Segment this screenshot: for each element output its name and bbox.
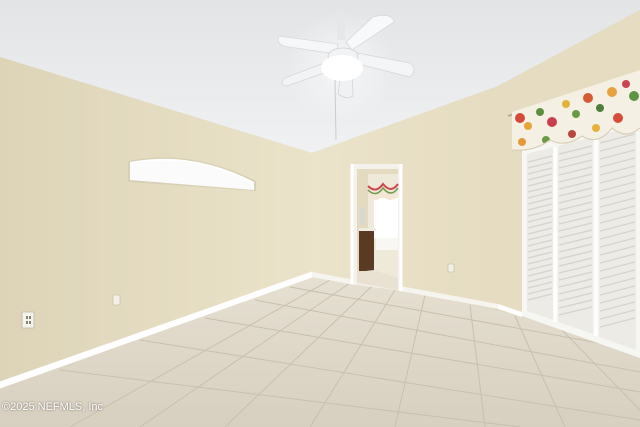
bathtub (376, 238, 398, 250)
bathroom-mirror (360, 207, 365, 225)
wall-outlet (112, 294, 121, 306)
copyright-watermark: ©2025 NEFMLS, Inc (2, 401, 104, 413)
wall-outlet (21, 311, 35, 329)
room-scene (0, 0, 640, 427)
shutter-doors (522, 118, 640, 358)
room-photo: ©2025 NEFMLS, Inc (0, 0, 640, 427)
bathroom-doorway (350, 164, 403, 291)
bathroom-window (374, 198, 398, 238)
vanity-cabinet (359, 230, 374, 271)
wall-outlet (447, 263, 455, 273)
